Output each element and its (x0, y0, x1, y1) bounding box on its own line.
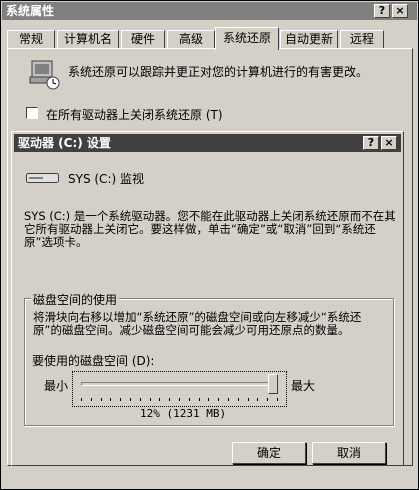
slider-thumb[interactable] (268, 374, 279, 394)
window-title: 系统属性 (6, 4, 55, 18)
tab-advanced[interactable]: 高级 (167, 30, 215, 49)
slider-tick (130, 398, 131, 401)
help-button[interactable]: ? (374, 4, 390, 18)
slider-tick (90, 398, 92, 401)
slider-label: 要使用的磁盘空间 (D): (32, 354, 155, 368)
disk-space-value: 12% (1231 MB) (140, 407, 227, 420)
slider-tick (247, 398, 249, 401)
slider-tick (139, 398, 141, 401)
slider-tick (81, 398, 82, 401)
cancel-button[interactable]: 取消 (312, 442, 386, 464)
slider-tick (208, 398, 210, 401)
hard-drive-icon (26, 173, 59, 183)
dialog-titlebar: 驱动器 (C:) 设置 ? × (14, 134, 401, 152)
tab-automatic-updates[interactable]: 自动更新 (280, 30, 338, 49)
slider-tick (237, 398, 239, 401)
drive-settings-dialog: 驱动器 (C:) 设置 ? × SYS (C:) 监视 SYS (C:) 是一个… (11, 131, 404, 466)
slider-tick (100, 398, 102, 401)
tab-computer-name[interactable]: 计算机名 (57, 30, 119, 49)
slider-max-label: 最大 (291, 379, 316, 393)
slider-tick (257, 398, 259, 401)
window-titlebar: 系统属性 ? × (2, 2, 417, 20)
slider-tick (277, 398, 278, 401)
slider-tick (110, 398, 112, 401)
disk-space-slider[interactable] (72, 371, 287, 407)
slider-track[interactable] (81, 382, 277, 386)
system-restore-icon (29, 60, 60, 90)
slider-tick (267, 398, 269, 401)
slider-tick (218, 398, 220, 401)
tab-remote[interactable]: 远程 (340, 30, 384, 49)
ok-button[interactable]: 确定 (232, 442, 306, 464)
slider-ticks (81, 398, 278, 404)
dialog-close-icon[interactable]: × (381, 136, 397, 150)
turn-off-restore-label[interactable]: 在所有驱动器上关闭系统还原 (T) (46, 106, 223, 123)
drive-label: SYS (C:) 监视 (68, 172, 144, 186)
turn-off-restore-checkbox[interactable] (26, 107, 38, 119)
slider-tick (228, 398, 229, 401)
slider-tick (179, 398, 180, 401)
tab-hardware[interactable]: 硬件 (121, 30, 165, 49)
dialog-help-button[interactable]: ? (363, 136, 379, 150)
tab-strip: 常规 计算机名 硬件 高级 系统还原 自动更新 远程 (7, 27, 412, 50)
slider-tick (120, 398, 122, 401)
close-icon[interactable]: × (392, 4, 408, 18)
slider-tick (149, 398, 151, 401)
slider-tick (159, 398, 161, 401)
info-text: 系统还原可以跟踪并更正对您的计算机进行的有害更改。 (68, 65, 369, 79)
slider-tick (188, 398, 190, 401)
dialog-title: 驱动器 (C:) 设置 (18, 136, 111, 150)
slider-tick (169, 398, 171, 401)
group-title: 磁盘空间的使用 (31, 291, 120, 308)
slider-tick (198, 398, 200, 401)
group-description: 将滑块向右移以增加“系统还原”的磁盘空间或向左移减少“系统还原”的磁盘空间。减少… (33, 310, 362, 337)
system-properties-window: 系统属性 ? × 常规 计算机名 硬件 高级 系统还原 自动更新 远程 系统还原… (0, 0, 419, 490)
tab-system-restore[interactable]: 系统还原 (215, 27, 279, 50)
slider-min-label: 最小 (44, 379, 69, 393)
drive-description: SYS (C:) 是一个系统驱动器。您不能在此驱动器上关闭系统还原而不在其它所有… (24, 209, 396, 249)
tab-general[interactable]: 常规 (7, 30, 55, 49)
